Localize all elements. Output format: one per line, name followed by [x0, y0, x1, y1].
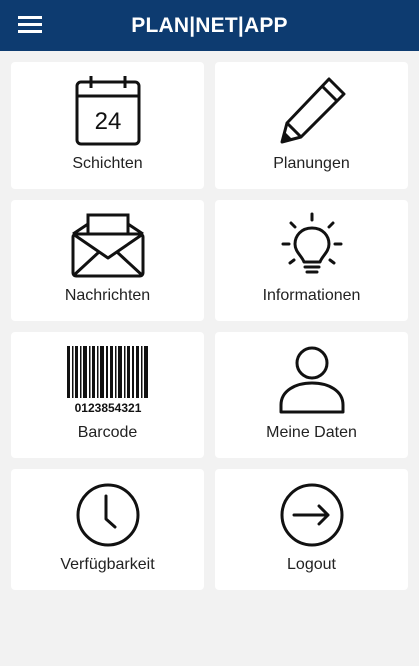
tile-informationen[interactable]: Informationen [215, 200, 408, 321]
tile-barcode[interactable]: 0123854321 Barcode [11, 332, 204, 458]
tile-logout[interactable]: Logout [215, 469, 408, 590]
tile-label: Schichten [72, 155, 143, 172]
lightbulb-icon [215, 210, 408, 280]
app-header: PLAN|NET|APP [0, 0, 419, 51]
clock-icon [11, 482, 204, 548]
tile-label: Barcode [77, 424, 138, 441]
barcode-number: 0123854321 [74, 401, 141, 415]
tile-nachrichten[interactable]: Nachrichten [11, 200, 204, 321]
app-title: PLAN|NET|APP [131, 14, 288, 37]
pencil-icon [215, 74, 408, 148]
calendar-day: 24 [94, 108, 121, 135]
tile-label: Planungen [273, 155, 350, 172]
logout-arrow-icon [215, 482, 408, 548]
tile-label: Logout [287, 556, 336, 573]
tile-label: Informationen [262, 287, 361, 304]
calendar-icon: 24 [11, 74, 204, 148]
user-icon [215, 345, 408, 415]
tile-verfuegbarkeit[interactable]: Verfügbarkeit [11, 469, 204, 590]
tile-label: Nachrichten [64, 287, 151, 304]
envelope-icon [11, 212, 204, 280]
tile-schichten[interactable]: 24 Schichten [11, 62, 204, 189]
tile-label: Verfügbarkeit [60, 556, 155, 573]
barcode-icon: 0123854321 [11, 345, 204, 415]
tile-planungen[interactable]: Planungen [215, 62, 408, 189]
tile-label: Meine Daten [266, 424, 357, 441]
tile-meine-daten[interactable]: Meine Daten [215, 332, 408, 458]
